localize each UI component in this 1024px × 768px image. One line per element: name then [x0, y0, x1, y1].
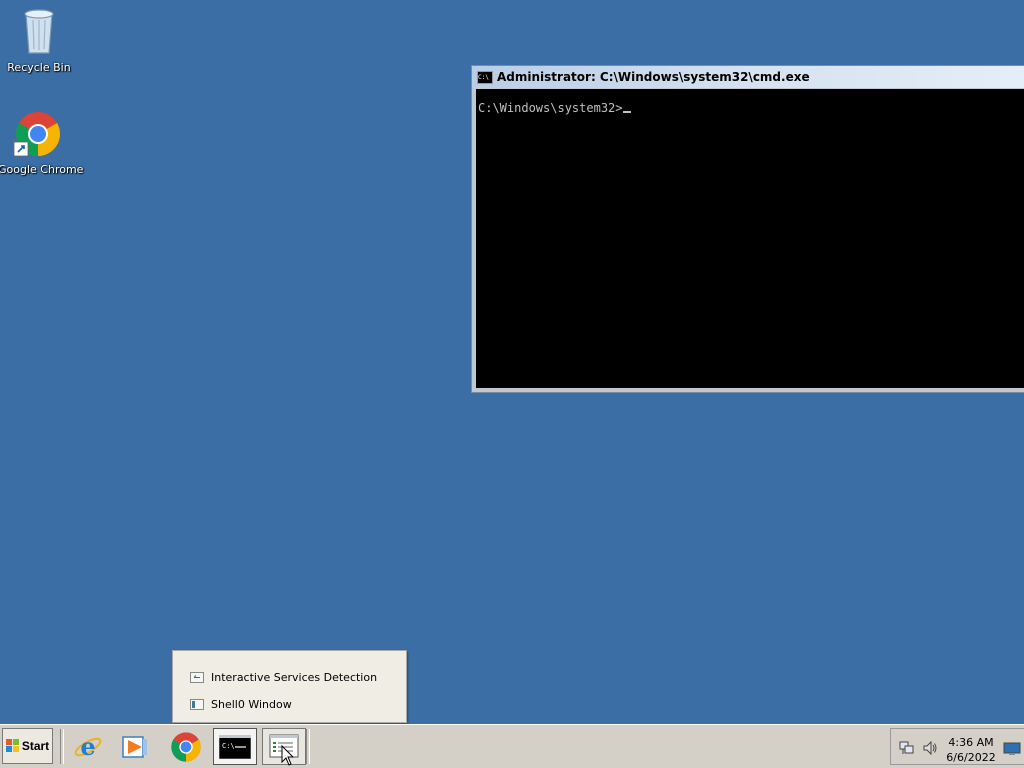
show-desktop-icon[interactable] — [1003, 742, 1021, 756]
taskbar-pin-google-chrome[interactable] — [164, 728, 208, 765]
shell-window-icon — [190, 698, 204, 710]
clock[interactable]: 4:36 AM 6/6/2022 — [943, 735, 999, 765]
clock-date: 6/6/2022 — [946, 751, 996, 764]
media-player-icon — [122, 735, 147, 758]
system-tray: 4:36 AM 6/6/2022 — [890, 728, 1024, 765]
taskbar-button-cmd[interactable]: C:\ — [213, 728, 257, 765]
cmd-window[interactable]: C:\ Administrator: C:\Windows\system32\c… — [471, 65, 1024, 393]
popup-item-interactive-services-detection[interactable]: Interactive Services Detection — [190, 666, 377, 688]
network-icon[interactable] — [899, 740, 915, 756]
volume-icon[interactable] — [922, 740, 938, 756]
desktop-icon-recycle-bin[interactable]: Recycle Bin — [0, 6, 79, 74]
internet-explorer-icon: e — [74, 732, 102, 761]
cmd-icon: C:\ — [219, 734, 251, 759]
taskbar-separator — [306, 729, 310, 764]
taskbar-separator — [60, 729, 64, 764]
clock-time: 4:36 AM — [948, 736, 994, 749]
taskbar-pin-internet-explorer[interactable]: e — [66, 728, 110, 765]
desktop-icon-google-chrome[interactable]: Google Chrome — [0, 110, 84, 176]
interactive-services-icon — [190, 671, 204, 683]
taskbar: Start e C:\ 4:36 AM 6/6/2022 — [0, 724, 1024, 768]
cmd-icon: C:\ — [477, 70, 493, 84]
cmd-titlebar[interactable]: C:\ Administrator: C:\Windows\system32\c… — [472, 66, 1024, 88]
cmd-window-title: Administrator: C:\Windows\system32\cmd.e… — [497, 70, 810, 84]
taskbar-pin-media-player[interactable] — [113, 728, 157, 765]
cmd-prompt: C:\Windows\system32> — [478, 101, 623, 115]
popup-item-label: Interactive Services Detection — [211, 670, 378, 684]
start-label: Start — [21, 739, 50, 753]
text-cursor — [622, 111, 631, 113]
start-button[interactable]: Start — [2, 728, 53, 764]
cmd-console[interactable]: C:\Windows\system32> — [476, 89, 1024, 388]
mouse-cursor-icon — [281, 745, 295, 766]
svg-text:e: e — [80, 732, 95, 761]
popup-item-label: Shell0 Window — [211, 697, 292, 711]
windows-logo-icon — [5, 739, 19, 752]
google-chrome-icon — [13, 112, 60, 157]
popup-item-shell0-window[interactable]: Shell0 Window — [190, 693, 292, 715]
recycle-bin-icon — [24, 9, 54, 54]
desktop-icon-label: Recycle Bin — [7, 61, 71, 74]
desktop-icon-label: Google Chrome — [0, 163, 84, 176]
svg-text:C:\: C:\ — [222, 742, 235, 750]
google-chrome-icon — [171, 731, 201, 762]
